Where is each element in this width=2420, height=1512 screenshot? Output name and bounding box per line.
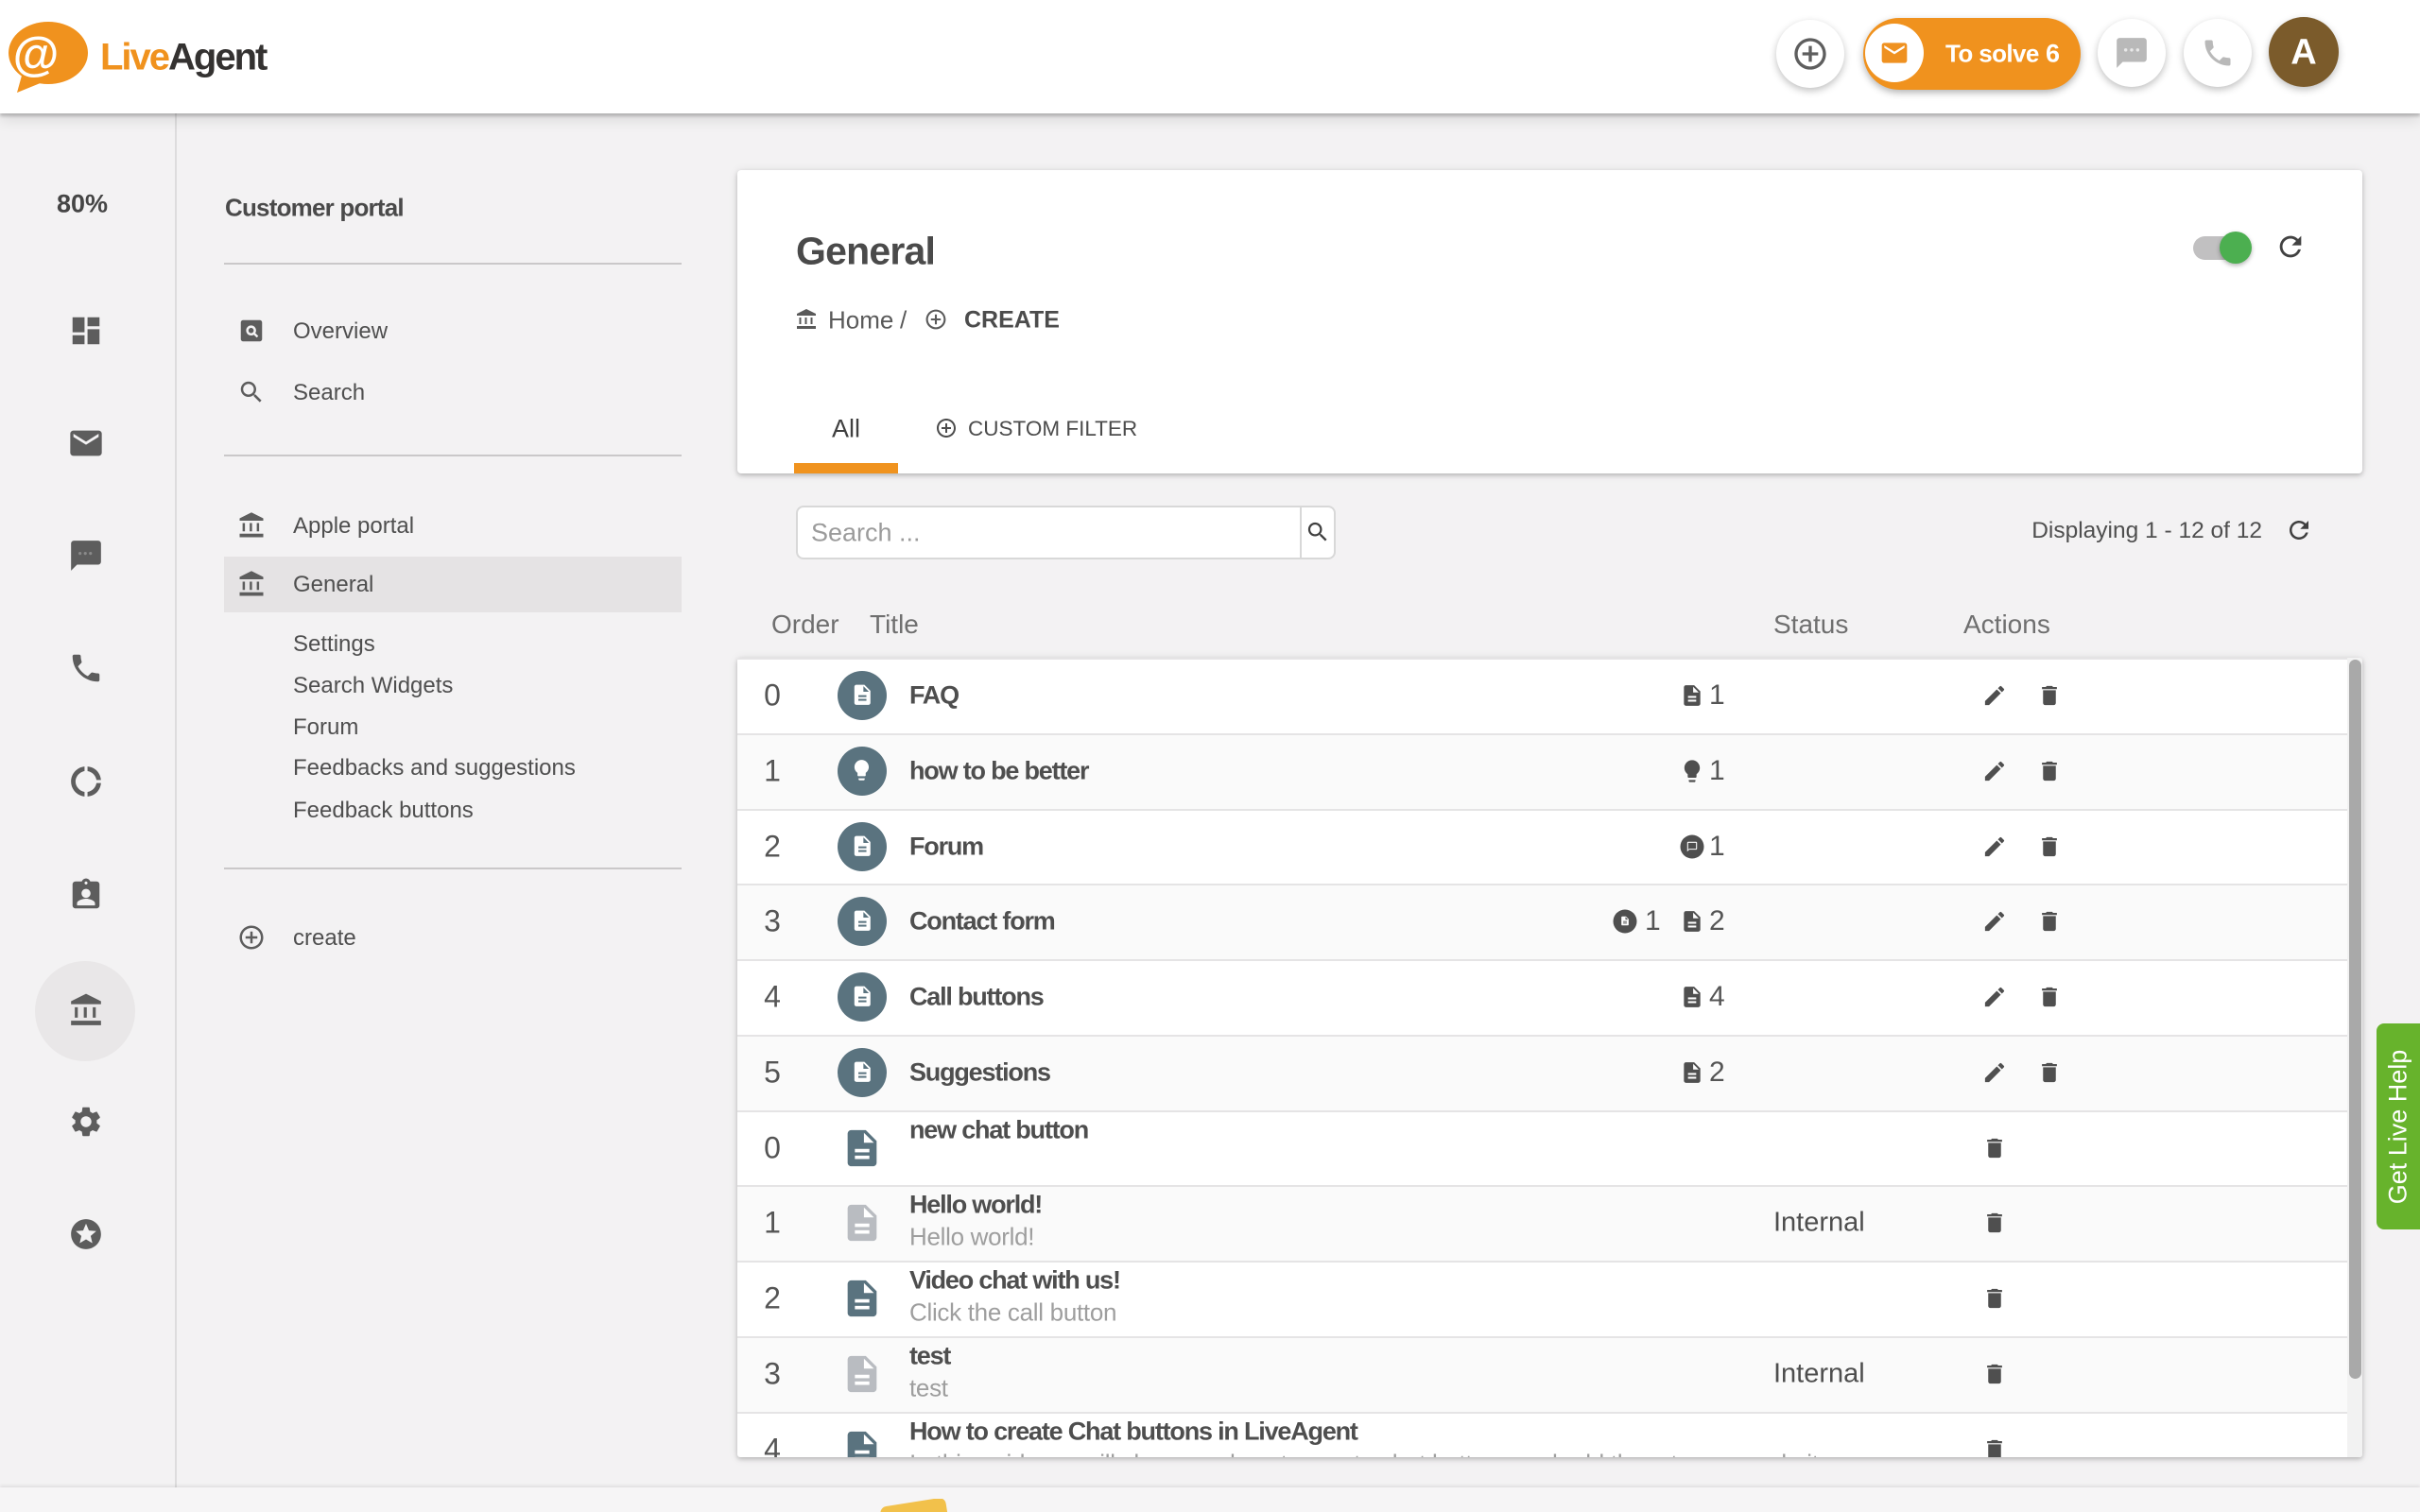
svg-text:@: @ [13, 27, 60, 80]
